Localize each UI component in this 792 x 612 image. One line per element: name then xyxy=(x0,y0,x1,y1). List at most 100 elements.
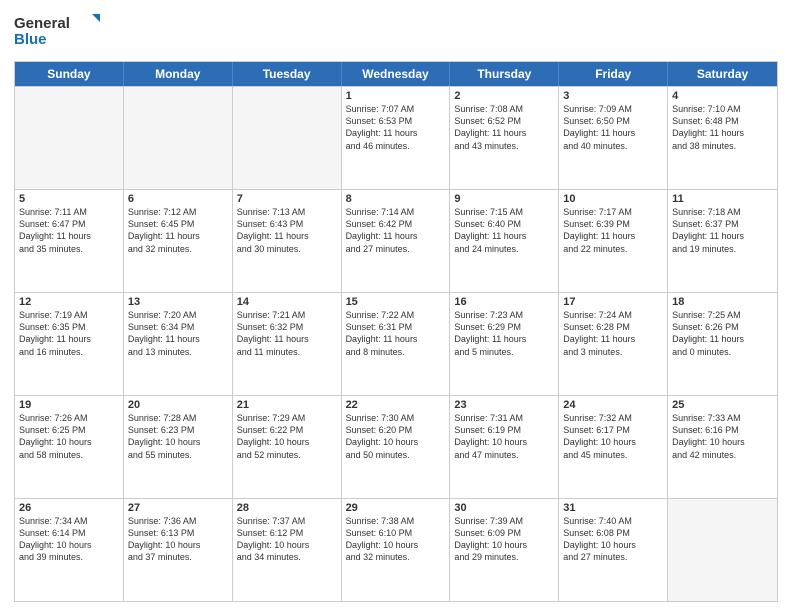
calendar-day-cell: 15Sunrise: 7:22 AM Sunset: 6:31 PM Dayli… xyxy=(342,293,451,395)
calendar-header-cell: Thursday xyxy=(450,62,559,86)
sun-info: Sunrise: 7:39 AM Sunset: 6:09 PM Dayligh… xyxy=(454,515,554,564)
sun-info: Sunrise: 7:24 AM Sunset: 6:28 PM Dayligh… xyxy=(563,309,663,358)
calendar-day-cell: 12Sunrise: 7:19 AM Sunset: 6:35 PM Dayli… xyxy=(15,293,124,395)
sun-info: Sunrise: 7:31 AM Sunset: 6:19 PM Dayligh… xyxy=(454,412,554,461)
sun-info: Sunrise: 7:33 AM Sunset: 6:16 PM Dayligh… xyxy=(672,412,773,461)
calendar-day-cell: 16Sunrise: 7:23 AM Sunset: 6:29 PM Dayli… xyxy=(450,293,559,395)
logo-svg: General Blue xyxy=(14,10,104,48)
calendar-day-cell: 31Sunrise: 7:40 AM Sunset: 6:08 PM Dayli… xyxy=(559,499,668,601)
day-number: 22 xyxy=(346,399,446,411)
calendar-day-cell: 7Sunrise: 7:13 AM Sunset: 6:43 PM Daylig… xyxy=(233,190,342,292)
day-number: 5 xyxy=(19,193,119,205)
sun-info: Sunrise: 7:07 AM Sunset: 6:53 PM Dayligh… xyxy=(346,103,446,152)
svg-text:General: General xyxy=(14,15,70,32)
calendar-header-cell: Tuesday xyxy=(233,62,342,86)
day-number: 3 xyxy=(563,90,663,102)
calendar-day-cell: 11Sunrise: 7:18 AM Sunset: 6:37 PM Dayli… xyxy=(668,190,777,292)
sun-info: Sunrise: 7:21 AM Sunset: 6:32 PM Dayligh… xyxy=(237,309,337,358)
sun-info: Sunrise: 7:19 AM Sunset: 6:35 PM Dayligh… xyxy=(19,309,119,358)
calendar-week-row: 5Sunrise: 7:11 AM Sunset: 6:47 PM Daylig… xyxy=(15,189,777,292)
calendar-day-cell xyxy=(15,87,124,189)
sun-info: Sunrise: 7:09 AM Sunset: 6:50 PM Dayligh… xyxy=(563,103,663,152)
calendar-header-cell: Saturday xyxy=(668,62,777,86)
sun-info: Sunrise: 7:23 AM Sunset: 6:29 PM Dayligh… xyxy=(454,309,554,358)
calendar-day-cell: 22Sunrise: 7:30 AM Sunset: 6:20 PM Dayli… xyxy=(342,396,451,498)
day-number: 1 xyxy=(346,90,446,102)
calendar-body: 1Sunrise: 7:07 AM Sunset: 6:53 PM Daylig… xyxy=(15,86,777,601)
day-number: 14 xyxy=(237,296,337,308)
calendar-day-cell: 29Sunrise: 7:38 AM Sunset: 6:10 PM Dayli… xyxy=(342,499,451,601)
page: General Blue SundayMondayTuesdayWednesda… xyxy=(0,0,792,612)
sun-info: Sunrise: 7:38 AM Sunset: 6:10 PM Dayligh… xyxy=(346,515,446,564)
sun-info: Sunrise: 7:25 AM Sunset: 6:26 PM Dayligh… xyxy=(672,309,773,358)
calendar-day-cell: 25Sunrise: 7:33 AM Sunset: 6:16 PM Dayli… xyxy=(668,396,777,498)
sun-info: Sunrise: 7:32 AM Sunset: 6:17 PM Dayligh… xyxy=(563,412,663,461)
calendar-day-cell: 2Sunrise: 7:08 AM Sunset: 6:52 PM Daylig… xyxy=(450,87,559,189)
day-number: 20 xyxy=(128,399,228,411)
sun-info: Sunrise: 7:40 AM Sunset: 6:08 PM Dayligh… xyxy=(563,515,663,564)
header: General Blue xyxy=(14,10,778,53)
calendar-day-cell: 20Sunrise: 7:28 AM Sunset: 6:23 PM Dayli… xyxy=(124,396,233,498)
calendar-day-cell: 8Sunrise: 7:14 AM Sunset: 6:42 PM Daylig… xyxy=(342,190,451,292)
logo: General Blue xyxy=(14,10,104,53)
day-number: 18 xyxy=(672,296,773,308)
day-number: 2 xyxy=(454,90,554,102)
day-number: 4 xyxy=(672,90,773,102)
day-number: 8 xyxy=(346,193,446,205)
day-number: 9 xyxy=(454,193,554,205)
sun-info: Sunrise: 7:30 AM Sunset: 6:20 PM Dayligh… xyxy=(346,412,446,461)
calendar-day-cell: 1Sunrise: 7:07 AM Sunset: 6:53 PM Daylig… xyxy=(342,87,451,189)
calendar-day-cell: 9Sunrise: 7:15 AM Sunset: 6:40 PM Daylig… xyxy=(450,190,559,292)
day-number: 29 xyxy=(346,502,446,514)
calendar-day-cell: 4Sunrise: 7:10 AM Sunset: 6:48 PM Daylig… xyxy=(668,87,777,189)
day-number: 11 xyxy=(672,193,773,205)
calendar-day-cell: 14Sunrise: 7:21 AM Sunset: 6:32 PM Dayli… xyxy=(233,293,342,395)
day-number: 13 xyxy=(128,296,228,308)
day-number: 19 xyxy=(19,399,119,411)
sun-info: Sunrise: 7:28 AM Sunset: 6:23 PM Dayligh… xyxy=(128,412,228,461)
calendar-week-row: 19Sunrise: 7:26 AM Sunset: 6:25 PM Dayli… xyxy=(15,395,777,498)
sun-info: Sunrise: 7:29 AM Sunset: 6:22 PM Dayligh… xyxy=(237,412,337,461)
calendar: SundayMondayTuesdayWednesdayThursdayFrid… xyxy=(14,61,778,602)
day-number: 6 xyxy=(128,193,228,205)
sun-info: Sunrise: 7:08 AM Sunset: 6:52 PM Dayligh… xyxy=(454,103,554,152)
day-number: 12 xyxy=(19,296,119,308)
day-number: 25 xyxy=(672,399,773,411)
calendar-header-cell: Sunday xyxy=(15,62,124,86)
sun-info: Sunrise: 7:14 AM Sunset: 6:42 PM Dayligh… xyxy=(346,206,446,255)
day-number: 27 xyxy=(128,502,228,514)
calendar-day-cell: 26Sunrise: 7:34 AM Sunset: 6:14 PM Dayli… xyxy=(15,499,124,601)
logo-text: General Blue xyxy=(14,10,104,53)
day-number: 16 xyxy=(454,296,554,308)
sun-info: Sunrise: 7:37 AM Sunset: 6:12 PM Dayligh… xyxy=(237,515,337,564)
day-number: 30 xyxy=(454,502,554,514)
sun-info: Sunrise: 7:13 AM Sunset: 6:43 PM Dayligh… xyxy=(237,206,337,255)
day-number: 23 xyxy=(454,399,554,411)
calendar-header: SundayMondayTuesdayWednesdayThursdayFrid… xyxy=(15,62,777,86)
calendar-day-cell: 28Sunrise: 7:37 AM Sunset: 6:12 PM Dayli… xyxy=(233,499,342,601)
sun-info: Sunrise: 7:34 AM Sunset: 6:14 PM Dayligh… xyxy=(19,515,119,564)
calendar-day-cell: 3Sunrise: 7:09 AM Sunset: 6:50 PM Daylig… xyxy=(559,87,668,189)
calendar-day-cell xyxy=(233,87,342,189)
calendar-day-cell: 23Sunrise: 7:31 AM Sunset: 6:19 PM Dayli… xyxy=(450,396,559,498)
calendar-day-cell: 27Sunrise: 7:36 AM Sunset: 6:13 PM Dayli… xyxy=(124,499,233,601)
calendar-day-cell: 21Sunrise: 7:29 AM Sunset: 6:22 PM Dayli… xyxy=(233,396,342,498)
calendar-day-cell: 5Sunrise: 7:11 AM Sunset: 6:47 PM Daylig… xyxy=(15,190,124,292)
calendar-header-cell: Monday xyxy=(124,62,233,86)
calendar-day-cell: 30Sunrise: 7:39 AM Sunset: 6:09 PM Dayli… xyxy=(450,499,559,601)
calendar-header-cell: Wednesday xyxy=(342,62,451,86)
sun-info: Sunrise: 7:26 AM Sunset: 6:25 PM Dayligh… xyxy=(19,412,119,461)
calendar-day-cell xyxy=(124,87,233,189)
sun-info: Sunrise: 7:20 AM Sunset: 6:34 PM Dayligh… xyxy=(128,309,228,358)
day-number: 15 xyxy=(346,296,446,308)
day-number: 31 xyxy=(563,502,663,514)
day-number: 21 xyxy=(237,399,337,411)
sun-info: Sunrise: 7:22 AM Sunset: 6:31 PM Dayligh… xyxy=(346,309,446,358)
sun-info: Sunrise: 7:12 AM Sunset: 6:45 PM Dayligh… xyxy=(128,206,228,255)
day-number: 7 xyxy=(237,193,337,205)
calendar-week-row: 12Sunrise: 7:19 AM Sunset: 6:35 PM Dayli… xyxy=(15,292,777,395)
calendar-week-row: 1Sunrise: 7:07 AM Sunset: 6:53 PM Daylig… xyxy=(15,86,777,189)
sun-info: Sunrise: 7:11 AM Sunset: 6:47 PM Dayligh… xyxy=(19,206,119,255)
calendar-header-cell: Friday xyxy=(559,62,668,86)
calendar-day-cell: 18Sunrise: 7:25 AM Sunset: 6:26 PM Dayli… xyxy=(668,293,777,395)
